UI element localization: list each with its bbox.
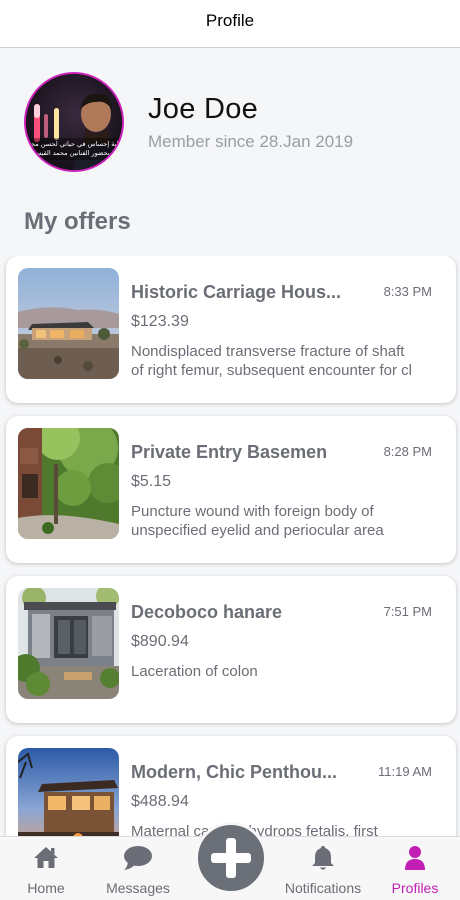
tab-home[interactable]: Home [0, 837, 92, 900]
offer-description-line: of right femur, subsequent encounter for… [131, 362, 412, 379]
bell-icon [311, 845, 335, 876]
offer-description-line: unspecified eyelid and periocular area [131, 522, 384, 539]
offer-thumbnail [18, 268, 119, 379]
offer-title: Decoboco hanare [131, 602, 283, 622]
offer-description-line: Laceration of colon [131, 663, 258, 680]
offer-price: $5.15 [131, 473, 172, 490]
home-icon [33, 845, 59, 874]
chat-bubble-icon [123, 845, 153, 876]
offer-card[interactable]: Private Entry Basemen 8:28 PM $5.15 Punc… [6, 416, 456, 563]
offer-description-line: Maternal care for hydrops fetalis, first [131, 823, 378, 836]
tab-label: Profiles [391, 880, 439, 896]
offer-title: Historic Carriage Hous... [131, 282, 342, 302]
tab-label: Messages [106, 880, 170, 896]
offer-description-line: Nondisplaced transverse fracture of shaf… [131, 343, 405, 360]
offers-list[interactable]: Historic Carriage Hous... 8:33 PM $123.3… [0, 256, 460, 836]
offer-description: Nondisplaced transverse fracture of shaf… [131, 342, 433, 380]
plus-icon [211, 838, 251, 878]
avatar[interactable]: ماية إحساس في حياتي لحسن محمد خوش لقاء ب… [24, 72, 124, 172]
offer-description: Maternal care for hydrops fetalis, first [131, 822, 433, 836]
tab-profiles[interactable]: Profiles [370, 837, 460, 900]
house-photo [18, 268, 119, 379]
offer-time: 8:28 PM [383, 444, 432, 459]
offer-title: Private Entry Basemen [131, 442, 328, 462]
offer-time: 7:51 PM [383, 604, 432, 619]
add-offer-button[interactable] [195, 822, 267, 894]
offer-thumbnail [18, 748, 119, 836]
tab-label: Home [27, 880, 65, 896]
tab-notifications[interactable]: Notifications [276, 837, 370, 900]
offer-thumbnail [18, 428, 119, 539]
person-icon [404, 845, 426, 876]
offer-card[interactable]: Decoboco hanare 7:51 PM $890.94 Lacerati… [6, 576, 456, 723]
profile-header: ماية إحساس في حياتي لحسن محمد خوش لقاء ب… [24, 72, 444, 174]
offer-price: $488.94 [131, 793, 189, 810]
page-title: Profile [205, 11, 255, 30]
cottage-photo [18, 588, 119, 699]
garden-photo [18, 428, 119, 539]
tab-label: Notifications [284, 880, 362, 896]
avatar-photo: ماية إحساس في حياتي لحسن محمد خوش لقاء ب… [26, 74, 122, 170]
avatar-caption-line1: ماية إحساس في حياتي لحسن محمد خوش [26, 140, 122, 148]
offer-time: 11:19 AM [378, 764, 432, 779]
tab-messages[interactable]: Messages [92, 837, 184, 900]
offer-price: $123.39 [131, 313, 189, 330]
penthouse-photo [18, 748, 119, 836]
offer-price: $890.94 [131, 633, 189, 650]
offer-description-line: Puncture wound with foreign body of [131, 503, 374, 520]
offer-thumbnail [18, 588, 119, 699]
offer-description: Puncture wound with foreign body of unsp… [131, 502, 433, 540]
top-nav-bar: Profile [0, 0, 460, 48]
offer-title: Modern, Chic Penthou... [131, 762, 337, 782]
member-since-text: Member since 28.Jan 2019 [148, 132, 354, 151]
avatar-caption-line2: لقاء بحضور الفنانين محمد القيسي [30, 149, 122, 157]
my-offers-heading: My offers [24, 208, 131, 235]
offer-time: 8:33 PM [383, 284, 432, 299]
offer-card[interactable]: Historic Carriage Hous... 8:33 PM $123.3… [6, 256, 456, 403]
offer-description: Laceration of colon [131, 662, 433, 681]
user-name: Joe Doe [148, 93, 259, 125]
offer-card[interactable]: Modern, Chic Penthou... 11:19 AM $488.94… [6, 736, 456, 836]
